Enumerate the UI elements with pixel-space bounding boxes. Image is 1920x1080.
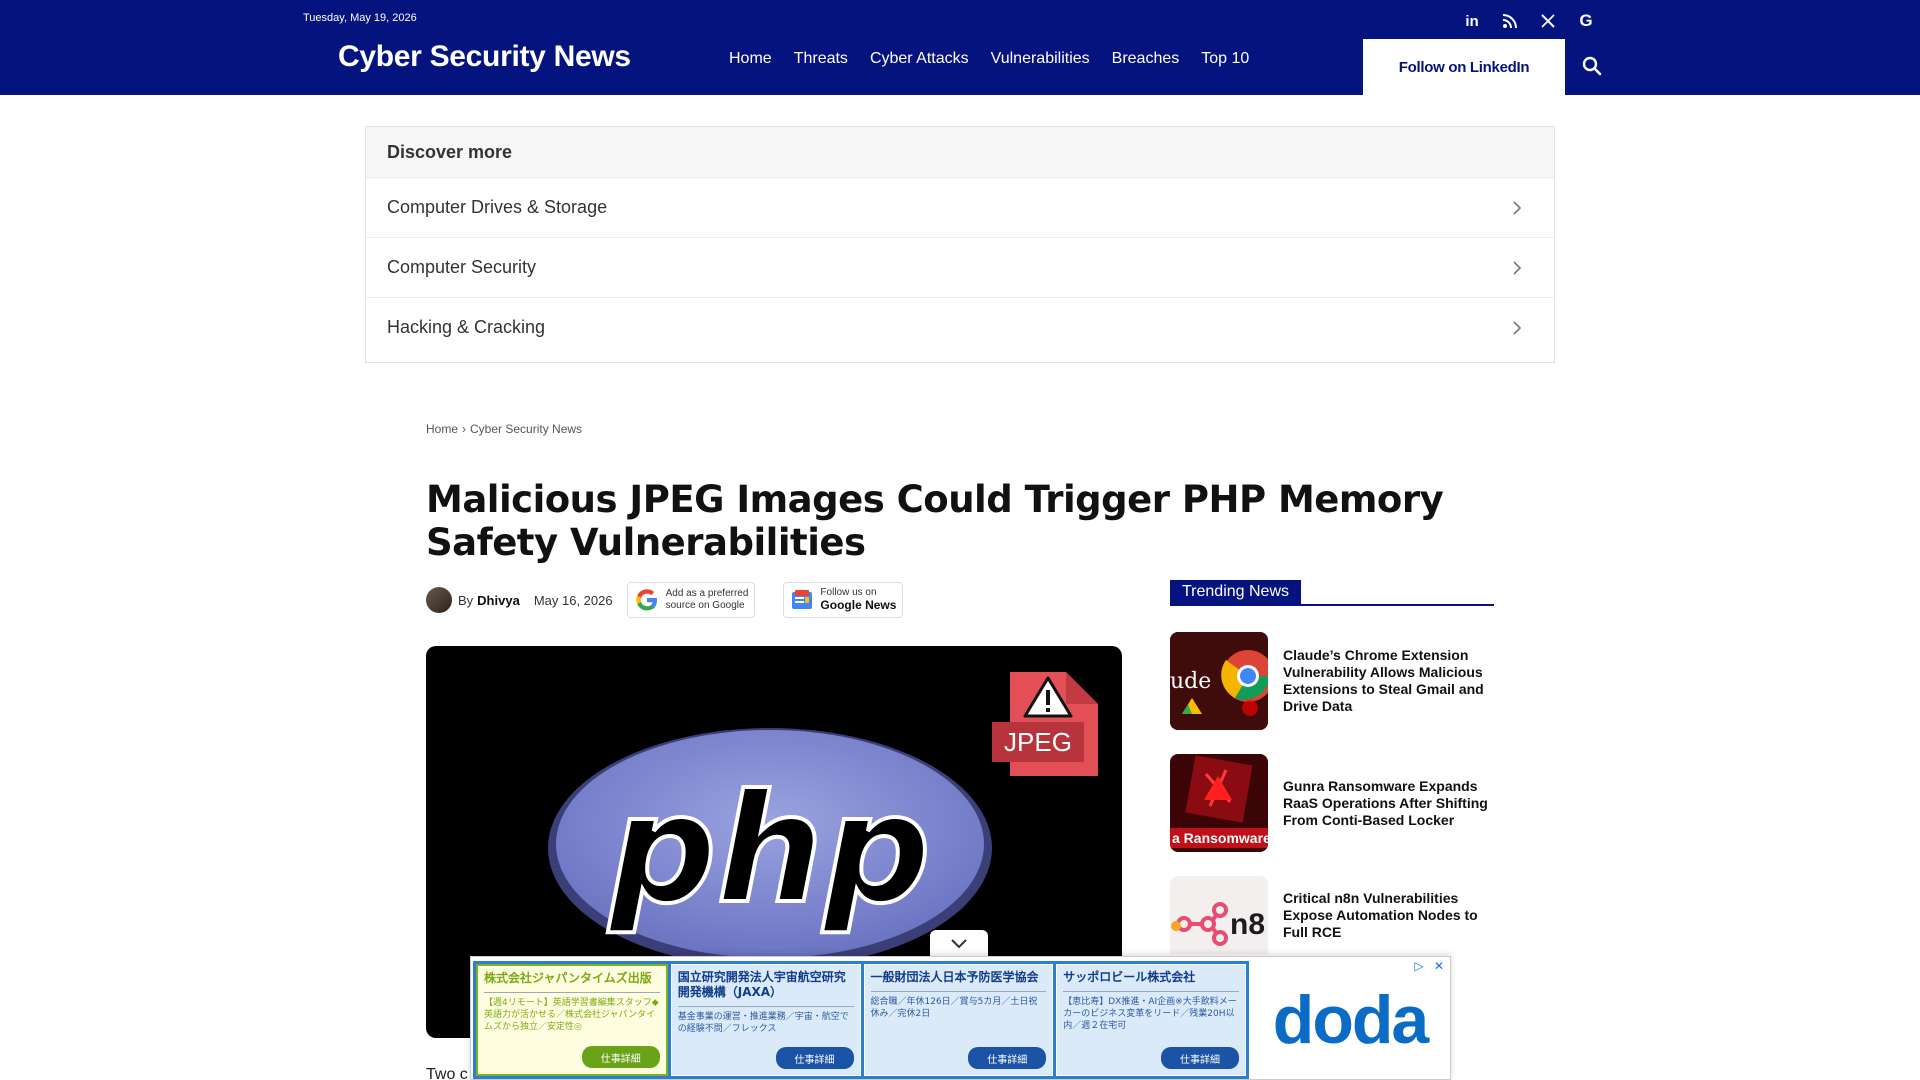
ad-brand-logo[interactable]: doda: [1251, 961, 1449, 1079]
discover-item-label: Hacking & Cracking: [387, 317, 546, 337]
ad-description: 【恵比寿】DX推進・AI企画※大手飲料メーカーのビジネス変革をリード／残業20H…: [1063, 991, 1239, 1032]
discover-item-label: Computer Drives & Storage: [387, 197, 608, 217]
preferred-source-text: Add as a preferred source on Google: [666, 588, 749, 612]
breadcrumb: Home › Cyber Security News: [426, 422, 582, 436]
ad-card[interactable]: サッポロビール株式会社 【恵比寿】DX推進・AI企画※大手飲料メーカーのビジネス…: [1056, 964, 1246, 1076]
linkedin-icon[interactable]: in: [1453, 10, 1491, 32]
ad-card[interactable]: 一般財団法人日本予防医学協会 総合職／年休126日／賞与5カ月／土日祝休み／完休…: [863, 964, 1054, 1076]
site-logo[interactable]: Cyber Security News: [338, 40, 631, 74]
breadcrumb-home[interactable]: Home: [426, 422, 458, 436]
preferred-source-badge[interactable]: Add as a preferred source on Google: [626, 582, 756, 618]
x-icon[interactable]: [1529, 10, 1567, 32]
ad-company: 一般財団法人日本予防医学協会: [870, 970, 1039, 984]
ad-job-details-button[interactable]: 仕事詳細: [775, 1047, 854, 1069]
n8n-thumbnail: n8: [1170, 876, 1268, 954]
badge-line1: Add as a preferred: [665, 588, 749, 599]
social-links: in G: [1453, 10, 1605, 32]
article-body-start: Two c: [426, 1066, 468, 1080]
google-news-text: Follow us on Google News: [820, 587, 896, 613]
thumb-text: n8: [1230, 908, 1265, 941]
search-icon: [1582, 56, 1602, 76]
chevron-right-icon: [1513, 200, 1522, 215]
ad-collapse-toggle[interactable]: [930, 930, 988, 958]
trending-thumb[interactable]: n8: [1170, 876, 1268, 954]
nav-vulnerabilities[interactable]: Vulnerabilities: [991, 50, 1090, 68]
trending-heading-label: Trending News: [1170, 580, 1302, 604]
google-news-icon: [792, 590, 813, 609]
breadcrumb-category[interactable]: Cyber Security News: [470, 422, 582, 436]
trending-item[interactable]: ude Claude’s Chrome Extension Vulnerabil…: [1170, 632, 1494, 730]
author-avatar[interactable]: [426, 587, 452, 613]
article-title: Malicious JPEG Images Could Trigger PHP …: [426, 478, 1444, 564]
google-icon[interactable]: G: [1567, 10, 1605, 32]
header-date: Tuesday, May 19, 2026: [303, 12, 417, 24]
ransomware-thumbnail: a Ransomware: [1170, 754, 1268, 852]
google-g-icon: [635, 589, 657, 611]
trending-thumb[interactable]: ude: [1170, 632, 1268, 730]
discover-item-security[interactable]: Computer Security: [366, 237, 1554, 297]
chevron-right-icon: [1513, 320, 1522, 335]
trending-heading: Trending News: [1170, 580, 1494, 606]
badge-line2: source on Google: [665, 600, 745, 611]
rss-icon[interactable]: [1491, 10, 1529, 32]
ad-job-cards: 株式会社ジャパンタイムズ出版 【週4リモート】英語学習書編集スタッフ◆英語力が活…: [473, 961, 1249, 1079]
ad-company: サッポロビール株式会社: [1063, 970, 1196, 984]
ad-card[interactable]: 株式会社ジャパンタイムズ出版 【週4リモート】英語学習書編集スタッフ◆英語力が活…: [476, 964, 668, 1076]
php-logo-text: php: [607, 763, 931, 937]
google-news-badge[interactable]: Follow us on Google News: [783, 582, 904, 618]
thumb-text: a Ransomware: [1172, 830, 1268, 846]
publish-date: May 16, 2026: [533, 592, 613, 608]
jpeg-label: JPEG: [1004, 727, 1072, 757]
ad-description: 【週4リモート】英語学習書編集スタッフ◆英語力が活かせる／株式会社ジャパンタイム…: [484, 992, 660, 1033]
ad-company: 国立研究開発法人宇宙航空研究開発機構（JAXA）: [677, 970, 846, 999]
sticky-ad-banner: 株式会社ジャパンタイムズ出版 【週4リモート】英語学習書編集スタッフ◆英語力が活…: [470, 956, 1451, 1080]
trending-thumb[interactable]: a Ransomware: [1170, 754, 1268, 852]
discover-item-hacking[interactable]: Hacking & Cracking: [366, 297, 1554, 357]
trending-title[interactable]: Claude’s Chrome Extension Vulnerability …: [1283, 632, 1494, 730]
badge-line2: Google News: [820, 598, 897, 612]
ad-description: 総合職／年休126日／賞与5カ月／土日祝休み／完休2日: [870, 991, 1047, 1020]
discover-heading: Discover more: [366, 127, 1554, 177]
author-name[interactable]: Dhivya: [477, 593, 520, 608]
discover-item-label: Computer Security: [387, 257, 537, 277]
follow-linkedin-button[interactable]: Follow on LinkedIn: [1363, 39, 1565, 95]
header-inner: Tuesday, May 19, 2026 Cyber Security New…: [303, 0, 1602, 95]
article-meta: By Dhivya May 16, 2026 Add as a preferre…: [426, 582, 904, 618]
ad-logo-text: doda: [1272, 982, 1429, 1058]
jpeg-warning-icon: JPEG: [992, 672, 1098, 776]
ad-description: 基金事業の運営・推進業務／宇宙・航空での経験不問／フレックス: [677, 1006, 854, 1035]
by-label: By: [458, 592, 474, 608]
ad-close-icon[interactable]: ✕: [1432, 959, 1446, 973]
nav-threats[interactable]: Threats: [794, 50, 848, 68]
nav-home[interactable]: Home: [729, 50, 772, 68]
main-nav: Home Threats Cyber Attacks Vulnerabiliti…: [729, 50, 1249, 68]
nav-top-10[interactable]: Top 10: [1201, 50, 1249, 68]
thumb-text: ude: [1170, 669, 1211, 694]
chevron-right-icon: [1513, 260, 1522, 275]
trending-title[interactable]: Critical n8n Vulnerabilities Expose Auto…: [1283, 876, 1494, 954]
nav-breaches[interactable]: Breaches: [1112, 50, 1180, 68]
ad-card[interactable]: 国立研究開発法人宇宙航空研究開発機構（JAXA） 基金事業の運営・推進業務／宇宙…: [670, 964, 861, 1076]
trending-item[interactable]: a Ransomware Gunra Ransomware Expands Ra…: [1170, 754, 1494, 852]
discover-more-panel: Discover more Computer Drives & Storage …: [365, 126, 1555, 363]
ad-controls: ▷ ✕: [1412, 959, 1446, 973]
ad-company: 株式会社ジャパンタイムズ出版: [484, 971, 652, 985]
adchoices-icon[interactable]: ▷: [1412, 959, 1426, 973]
ad-job-details-button[interactable]: 仕事詳細: [581, 1046, 660, 1068]
nav-cyber-attacks[interactable]: Cyber Attacks: [870, 50, 969, 68]
ad-job-details-button[interactable]: 仕事詳細: [968, 1047, 1047, 1069]
chevron-down-icon: [951, 939, 967, 949]
breadcrumb-separator: ›: [462, 422, 467, 436]
search-button[interactable]: [1578, 52, 1606, 80]
trending-item[interactable]: n8 Critical n8n Vulnerabilities Expose A…: [1170, 876, 1494, 954]
discover-item-drives[interactable]: Computer Drives & Storage: [366, 177, 1554, 237]
claude-chrome-thumbnail: ude: [1170, 632, 1268, 730]
site-header: Tuesday, May 19, 2026 Cyber Security New…: [0, 0, 1920, 95]
trending-title[interactable]: Gunra Ransomware Expands RaaS Operations…: [1283, 754, 1494, 852]
ad-job-details-button[interactable]: 仕事詳細: [1161, 1047, 1239, 1069]
